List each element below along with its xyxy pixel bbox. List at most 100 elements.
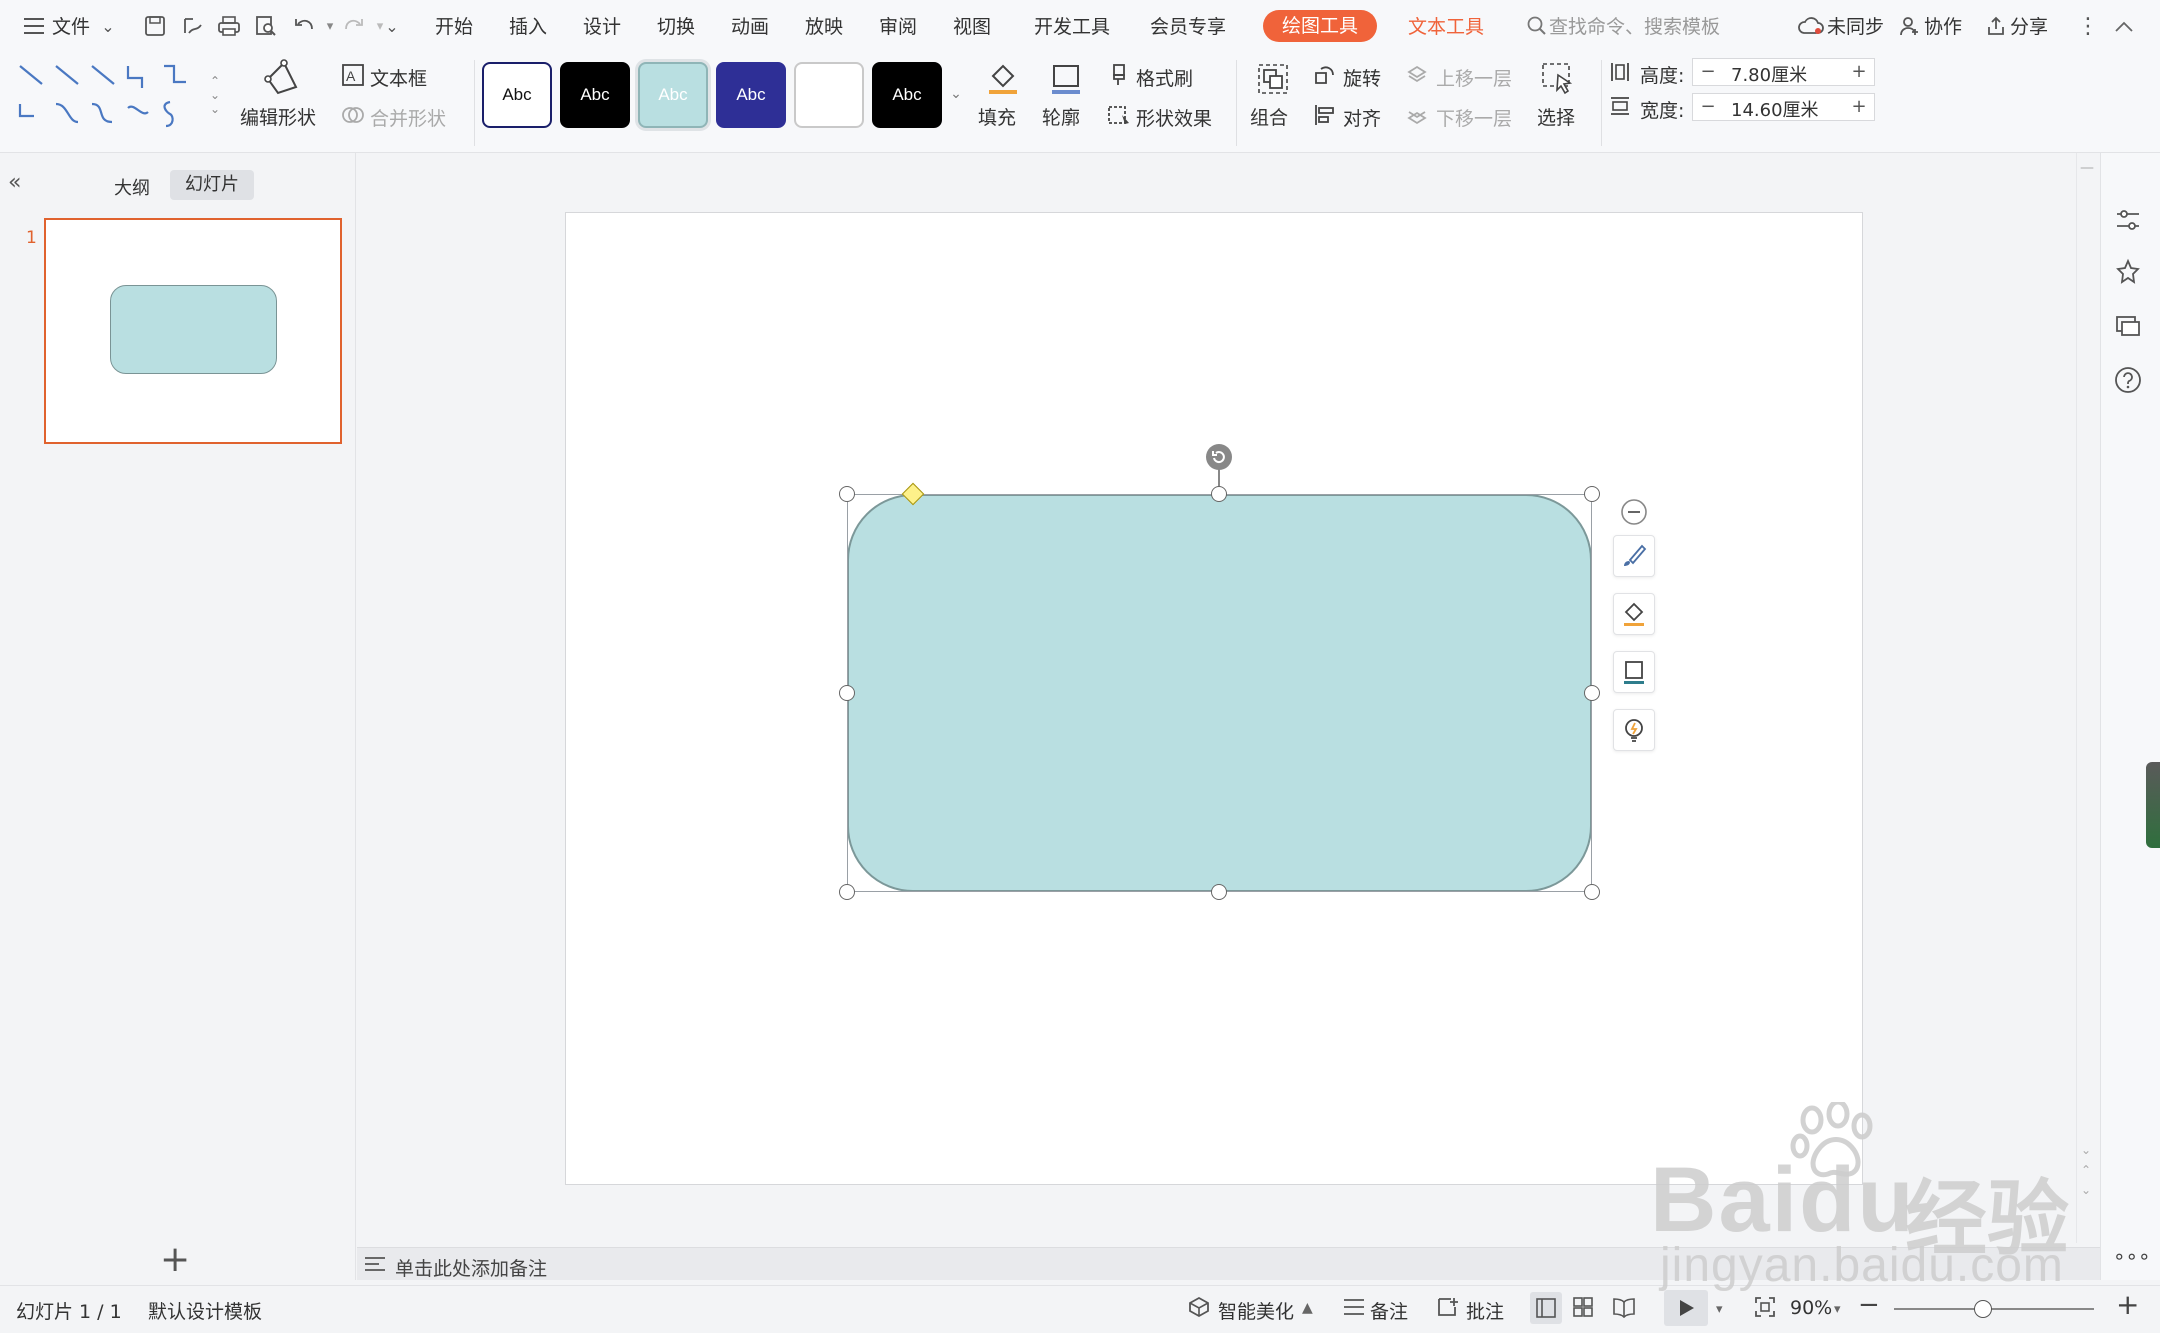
zoom-out-button[interactable]: −: [1858, 1290, 1880, 1320]
tab-developer[interactable]: 开发工具: [1034, 12, 1110, 39]
collapse-float-toolbar-icon[interactable]: [1620, 498, 1648, 526]
height-value[interactable]: 7.80厘米: [1731, 61, 1807, 87]
export-icon[interactable]: [178, 12, 206, 40]
chevron-down-icon[interactable]: ⌄: [94, 12, 122, 40]
hamburger-menu-icon[interactable]: [20, 12, 48, 40]
zoom-in-button[interactable]: +: [2116, 1288, 2139, 1321]
send-backward-button[interactable]: 下移一层: [1436, 104, 1512, 131]
select-icon[interactable]: [1538, 60, 1578, 98]
width-increment-button[interactable]: +: [1844, 94, 1874, 120]
add-slide-icon[interactable]: +: [160, 1242, 190, 1278]
resize-handle-n[interactable]: [1211, 486, 1227, 502]
slide-sorter-icon[interactable]: [1572, 1296, 1596, 1320]
send-backward-icon[interactable]: [1404, 102, 1430, 128]
notes-toggle-icon[interactable]: [1342, 1297, 1366, 1319]
scroll-up-icon[interactable]: —: [2080, 160, 2094, 176]
comment-icon[interactable]: [1436, 1296, 1462, 1320]
zoom-slider-thumb[interactable]: [1974, 1300, 1992, 1318]
more-options-icon[interactable]: ⋮: [2074, 12, 2102, 40]
height-increment-button[interactable]: +: [1844, 59, 1874, 85]
tab-transition[interactable]: 切换: [657, 12, 695, 39]
outline-button[interactable]: 轮廓: [1042, 103, 1080, 130]
fill-button[interactable]: 填充: [978, 103, 1016, 130]
resize-handle-e[interactable]: [1584, 685, 1600, 701]
fill-bucket-icon[interactable]: [983, 60, 1023, 98]
undo-icon[interactable]: [290, 12, 318, 40]
share-button[interactable]: 分享: [2010, 12, 2048, 39]
save-icon[interactable]: [141, 12, 169, 40]
tab-slideshow[interactable]: 放映: [805, 12, 843, 39]
smart-suggest-bulb-icon[interactable]: [1613, 709, 1655, 751]
height-decrement-button[interactable]: −: [1693, 59, 1723, 85]
align-button[interactable]: 对齐: [1343, 104, 1381, 131]
slide-transition-icon[interactable]: [2114, 312, 2144, 342]
customize-toolbar-icon[interactable]: ⌄: [378, 12, 406, 40]
side-widget-tab[interactable]: [2146, 762, 2160, 848]
edit-shape-icon[interactable]: [260, 58, 304, 98]
zoom-level[interactable]: 90%: [1790, 1297, 1832, 1319]
shape-style-brush-icon[interactable]: [1613, 535, 1655, 577]
width-stepper[interactable]: − 14.60厘米 +: [1692, 93, 1875, 121]
tab-view[interactable]: 视图: [953, 12, 991, 39]
collapse-panel-icon[interactable]: «: [8, 170, 21, 195]
cloud-sync-icon[interactable]: [1797, 12, 1825, 40]
merge-shape-button[interactable]: 合并形状: [370, 104, 446, 131]
text-box-icon[interactable]: A: [340, 62, 366, 88]
redo-icon[interactable]: [340, 12, 368, 40]
zoom-dropdown-icon[interactable]: ▾: [1834, 1302, 1841, 1317]
smart-beautify-button[interactable]: 智能美化: [1218, 1297, 1294, 1324]
shape-outline-icon[interactable]: [1613, 651, 1655, 693]
fit-to-window-icon[interactable]: [1754, 1296, 1778, 1320]
search-icon[interactable]: [1523, 12, 1551, 40]
smart-beautify-icon[interactable]: [1188, 1296, 1212, 1320]
rotate-button[interactable]: 旋转: [1343, 64, 1381, 91]
tab-review[interactable]: 审阅: [879, 12, 917, 39]
format-painter-button[interactable]: 格式刷: [1136, 64, 1193, 91]
reading-view-icon[interactable]: [1612, 1296, 1638, 1320]
resize-handle-ne[interactable]: [1584, 486, 1600, 502]
tab-text-tools[interactable]: 文本工具: [1408, 12, 1484, 39]
file-menu[interactable]: 文件: [52, 12, 90, 39]
rotate-icon[interactable]: [1312, 62, 1338, 88]
notes-placeholder[interactable]: 单击此处添加备注: [395, 1254, 547, 1281]
resize-handle-nw[interactable]: [839, 486, 855, 502]
print-icon[interactable]: [215, 12, 243, 40]
normal-view-icon[interactable]: [1530, 1292, 1562, 1324]
line-shapes-gallery[interactable]: [12, 58, 222, 136]
height-stepper[interactable]: − 7.80厘米 +: [1692, 58, 1875, 86]
command-search-input[interactable]: 查找命令、搜索模板: [1549, 12, 1720, 39]
resize-handle-w[interactable]: [839, 685, 855, 701]
tab-design[interactable]: 设计: [583, 12, 621, 39]
collapse-ribbon-icon[interactable]: [2110, 12, 2138, 40]
resize-handle-s[interactable]: [1211, 884, 1227, 900]
tab-outline[interactable]: 大纲: [114, 174, 150, 200]
notes-toggle-button[interactable]: 备注: [1370, 1297, 1408, 1324]
tab-slides[interactable]: 幻灯片: [170, 170, 254, 200]
width-value[interactable]: 14.60厘米: [1731, 96, 1819, 122]
collaborate-icon[interactable]: [1896, 12, 1924, 40]
align-icon[interactable]: [1312, 102, 1338, 128]
rotate-handle-icon[interactable]: [1205, 443, 1233, 471]
slideshow-options-icon[interactable]: ▾: [1716, 1302, 1723, 1317]
text-box-button[interactable]: 文本框: [370, 64, 427, 91]
scroll-page-icons[interactable]: ⌄ ⌃ ⌄: [2081, 1140, 2091, 1200]
edit-shape-button[interactable]: 编辑形状: [240, 103, 316, 130]
shape-style-6[interactable]: Abc: [872, 62, 942, 128]
play-slideshow-button[interactable]: [1664, 1290, 1708, 1326]
shape-style-3[interactable]: Abc: [638, 62, 708, 128]
more-tools-icon[interactable]: ∘∘∘: [2113, 1244, 2151, 1268]
smart-beautify-caret-icon[interactable]: ▲: [1302, 1300, 1313, 1316]
gallery-scroll-icon[interactable]: ⌃ ⌄ ⌄: [206, 60, 224, 130]
sync-status-label[interactable]: 未同步: [1827, 12, 1884, 39]
width-decrement-button[interactable]: −: [1693, 94, 1723, 120]
shape-effects-button[interactable]: 形状效果: [1136, 104, 1212, 131]
tab-drawing-tools[interactable]: 绘图工具: [1263, 10, 1377, 42]
tab-animation[interactable]: 动画: [731, 12, 769, 39]
shape-style-5[interactable]: [794, 62, 864, 128]
print-preview-icon[interactable]: [252, 12, 280, 40]
shape-style-2[interactable]: Abc: [560, 62, 630, 128]
comments-button[interactable]: 批注: [1466, 1297, 1504, 1324]
share-icon[interactable]: [1982, 12, 2010, 40]
format-painter-icon[interactable]: [1106, 62, 1132, 88]
tab-insert[interactable]: 插入: [509, 12, 547, 39]
